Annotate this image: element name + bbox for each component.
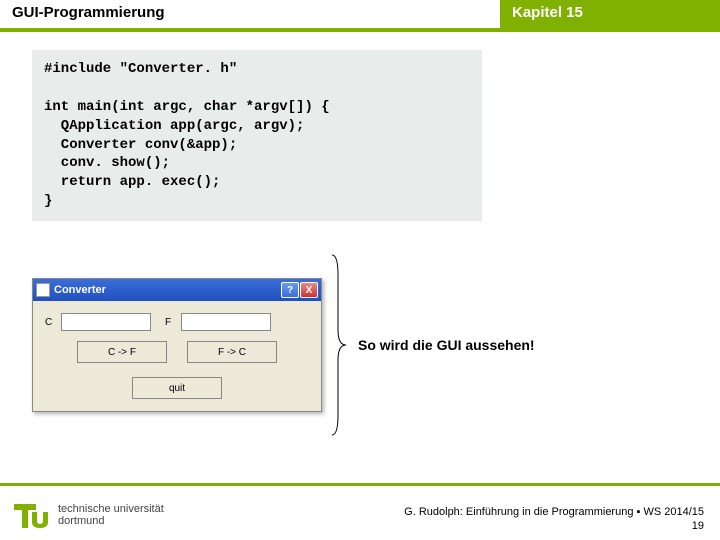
tu-logo-icon	[14, 500, 50, 530]
input-c[interactable]	[61, 313, 151, 331]
window-title: Converter	[54, 284, 281, 296]
gui-body: C F C -> F F -> C quit	[33, 301, 321, 411]
btn-f-to-c[interactable]: F -> C	[187, 341, 277, 363]
university-logo: technische universität dortmund	[14, 500, 164, 530]
curly-brace-icon	[328, 250, 348, 440]
label-c: C	[45, 317, 57, 328]
header-title-left: GUI-Programmierung	[0, 0, 500, 32]
help-button[interactable]: ?	[281, 282, 299, 298]
input-f[interactable]	[181, 313, 271, 331]
gui-preview-area: Converter ? X C F C -> F F -> C	[32, 250, 535, 440]
footer-text: G. Rudolph: Einführung in die Programmie…	[404, 506, 704, 518]
slide-header: GUI-Programmierung Kapitel 15	[0, 0, 720, 32]
logo-line2: dortmund	[58, 515, 164, 527]
page-number: 19	[692, 520, 704, 532]
btn-quit[interactable]: quit	[132, 377, 222, 399]
label-f: F	[165, 317, 177, 328]
close-button[interactable]: X	[300, 282, 318, 298]
logo-line1: technische universität	[58, 503, 164, 515]
footer-divider	[0, 483, 720, 486]
app-icon	[36, 283, 50, 297]
header-title-right: Kapitel 15	[500, 0, 720, 32]
titlebar: Converter ? X	[33, 279, 321, 301]
btn-c-to-f[interactable]: C -> F	[77, 341, 167, 363]
gui-caption: So wird die GUI aussehen!	[358, 337, 535, 353]
logo-text: technische universität dortmund	[58, 503, 164, 527]
code-block: #include "Converter. h" int main(int arg…	[32, 50, 482, 221]
gui-window: Converter ? X C F C -> F F -> C	[32, 278, 322, 412]
